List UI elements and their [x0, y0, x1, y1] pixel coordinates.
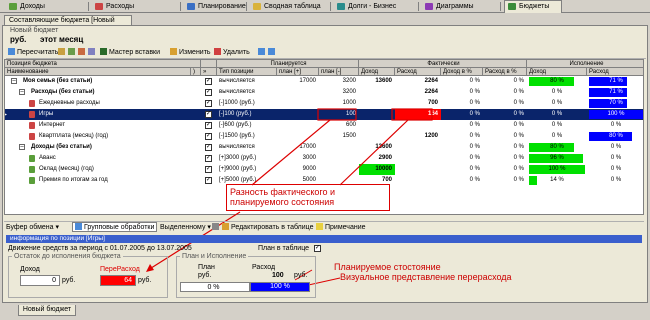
- group-operations-button[interactable]: Групповые обработки: [72, 222, 158, 232]
- info-title-bar: информация по позиции [Игры]: [6, 235, 642, 243]
- annotation-visual: Визуальное представление перерасхода: [340, 272, 512, 282]
- overrun-label: ПереРасход: [100, 266, 140, 273]
- note-icon: [316, 223, 323, 230]
- period-text: Движение средств за период с 01.07.2005 …: [8, 245, 192, 252]
- plan-expense-pct: 100 %: [270, 283, 290, 290]
- clipboard-menu[interactable]: Буфер обмена ▾: [6, 222, 59, 233]
- plan-currency: руб.: [198, 272, 212, 279]
- plan-label: План: [198, 264, 215, 271]
- filter-icon: [212, 223, 219, 230]
- income-label: Доход: [20, 266, 40, 273]
- plan-exec-title: План и Исполнение: [180, 253, 249, 260]
- edit-icon: [222, 223, 229, 230]
- expense-value: 100: [272, 272, 284, 279]
- overrun-value: 64: [100, 275, 136, 286]
- income-currency: руб.: [62, 277, 76, 284]
- highlight-plan-cell: [317, 108, 357, 121]
- plan-in-table-checkbox[interactable]: ✓: [314, 245, 321, 252]
- remain-group-title: Остаток до исполнения бюджета: [12, 253, 123, 260]
- group-icon: [75, 223, 82, 230]
- filter-icon-button[interactable]: [212, 222, 221, 233]
- plan-income-bar: 0 %: [180, 282, 250, 292]
- note-button[interactable]: Примечание: [316, 222, 366, 233]
- expense-currency: руб.: [294, 272, 308, 279]
- select-menu[interactable]: Выделенному ▾: [160, 222, 211, 233]
- arrow-expense: [339, 119, 409, 186]
- expense-label: Расход: [252, 264, 276, 271]
- arrow-plan: [251, 119, 331, 186]
- income-value: 0: [20, 275, 60, 286]
- overrun-currency: руб.: [138, 277, 152, 284]
- plan-in-table-label: План в таблице: [258, 245, 310, 252]
- highlight-expense-cell: [391, 108, 433, 121]
- edit-in-table-button[interactable]: Редактировать в таблице: [222, 222, 314, 233]
- bottom-budget-tab[interactable]: Новый бюджет: [18, 305, 76, 316]
- annotation-plan-state: Планируемое стостояние: [334, 262, 441, 272]
